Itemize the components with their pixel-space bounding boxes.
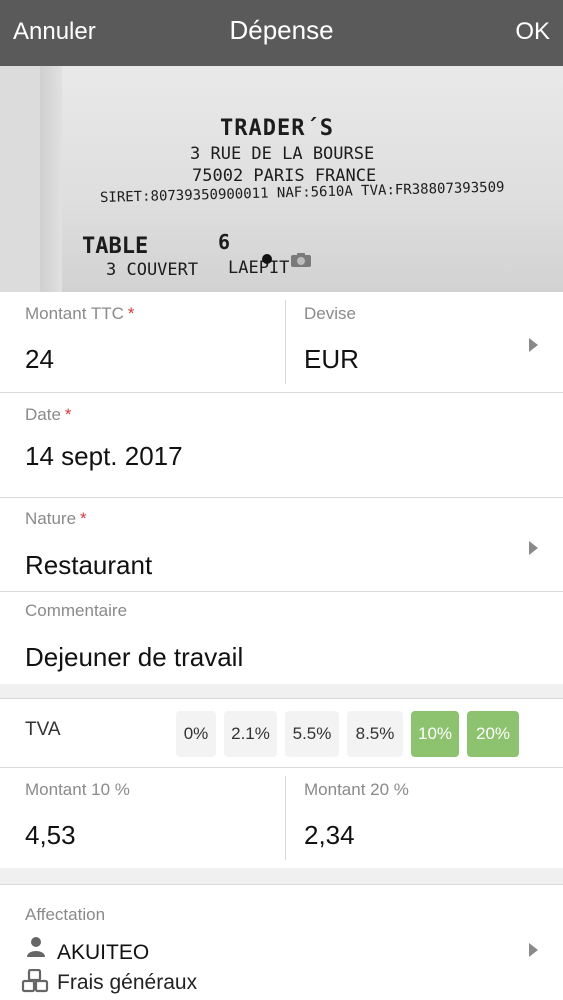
section-spacer [0,868,563,884]
date-field[interactable]: Date * 14 sept. 2017 [0,393,563,497]
photo-indicator-dot [262,254,272,264]
currency-field[interactable]: Devise EUR [286,292,563,392]
ok-button[interactable]: OK [515,18,550,46]
tva-rate-20[interactable]: 20% [467,711,519,757]
comment-label: Commentaire [25,601,128,620]
amount-10-label: Montant 10 % [25,780,130,799]
amount-value[interactable]: 24 [25,344,54,375]
receipt-couvert: 3 COUVERT [106,260,199,280]
currency-label: Devise [304,304,356,323]
receipt-server: LAEPIT [228,258,290,278]
tva-rate-0[interactable]: 0% [176,711,216,757]
date-value: 14 sept. 2017 [25,441,183,471]
page-title: Dépense [229,15,334,45]
amount-20-field[interactable]: Montant 20 % 2,34 [286,768,563,868]
nature-label: Nature * [25,509,87,528]
nature-field[interactable]: Nature * Restaurant [0,498,563,591]
section-spacer [0,684,563,698]
tva-rate-5-5[interactable]: 5.5% [285,711,339,757]
nature-value: Restaurant [25,550,153,580]
tva-rate-2-1[interactable]: 2.1% [224,711,277,757]
assignment-field[interactable]: Affectation AKUITEO Frais généraux [0,885,563,1000]
navbar: Annuler Dépense OK [0,0,563,66]
receipt-photo[interactable]: TRADER´S 3 RUE DE LA BOURSE 75002 PARIS … [0,66,563,292]
comment-value[interactable]: Dejeuner de travail [25,642,243,673]
chevron-right-icon [529,943,538,957]
chevron-right-icon [529,541,538,555]
amount-label: Montant TTC * [25,304,135,323]
amount-20-label: Montant 20 % [304,780,409,799]
tva-rate-10[interactable]: 10% [411,711,459,757]
currency-value: EUR [304,344,359,374]
amount-10-value[interactable]: 4,53 [25,820,76,851]
amount-20-value[interactable]: 2,34 [304,820,355,851]
tva-rate-8-5[interactable]: 8.5% [347,711,403,757]
cubes-icon [21,969,49,993]
tva-label: TVA [25,719,61,740]
receipt-table-number: 6 [218,230,231,254]
person-icon [27,937,45,957]
receipt-address-line1: 3 RUE DE LA BOURSE [190,144,375,164]
amount-field[interactable]: Montant TTC * 24 [0,292,285,392]
assignment-label: Affectation [25,905,106,924]
date-label: Date * [25,405,72,424]
assignment-company: AKUITEO [57,941,150,964]
receipt-merchant: TRADER´S [220,116,334,141]
chevron-right-icon [529,338,538,352]
comment-field[interactable]: Commentaire Dejeuner de travail [0,592,563,684]
assignment-cost-center: Frais généraux [57,971,198,994]
camera-icon[interactable] [290,252,312,268]
amount-10-field[interactable]: Montant 10 % 4,53 [0,768,285,868]
receipt-table-label: TABLE [82,234,149,259]
